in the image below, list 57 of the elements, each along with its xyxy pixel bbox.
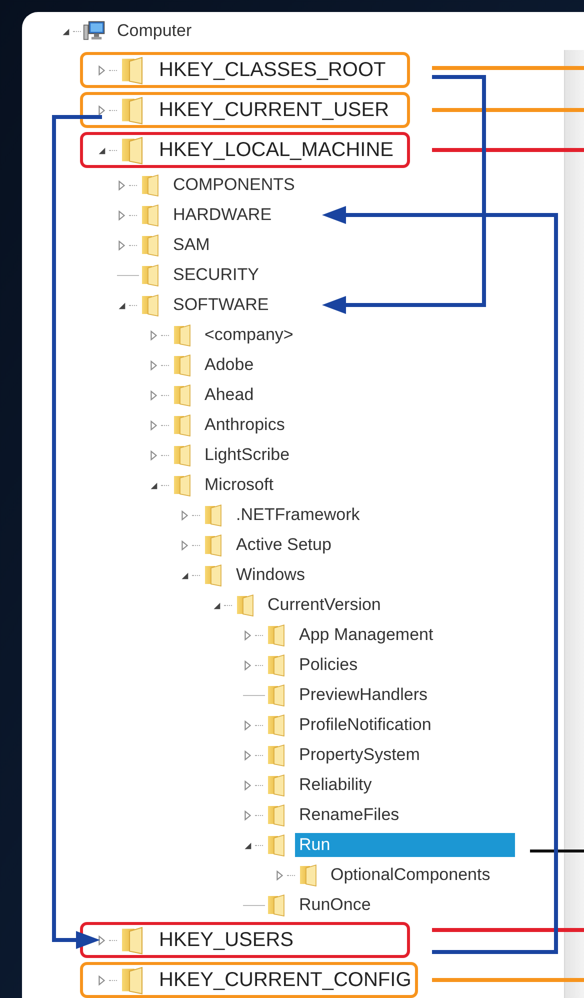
folder-icon bbox=[265, 713, 287, 737]
folder-icon bbox=[202, 563, 224, 587]
tree-item[interactable]: HKEY_CLASSES_ROOT bbox=[155, 56, 390, 84]
scrollbar[interactable] bbox=[564, 50, 584, 998]
collapsed-triangle-icon[interactable] bbox=[96, 934, 107, 946]
tree-item[interactable]: PreviewHandlers bbox=[295, 683, 432, 707]
tree-item[interactable]: Active Setup bbox=[232, 533, 336, 557]
folder-icon bbox=[265, 623, 287, 647]
tree-item[interactable]: CurrentVersion bbox=[264, 593, 385, 617]
tree-item[interactable]: RunOnce bbox=[295, 893, 375, 917]
tree-item[interactable]: HKEY_CURRENT_CONFIG bbox=[155, 966, 416, 994]
tree-item[interactable]: Windows bbox=[232, 563, 309, 587]
tree-item[interactable]: HARDWARE bbox=[169, 203, 276, 227]
folder-icon bbox=[119, 135, 145, 165]
tree-item[interactable]: Computer bbox=[113, 19, 196, 43]
tree-item[interactable]: SECURITY bbox=[169, 263, 263, 287]
tree-item[interactable]: HKEY_USERS bbox=[155, 926, 298, 954]
tree-item[interactable]: SOFTWARE bbox=[169, 293, 273, 317]
tree-item[interactable]: ProfileNotification bbox=[295, 713, 436, 737]
tree-item[interactable]: COMPONENTS bbox=[169, 173, 299, 197]
tree-item[interactable]: Ahead bbox=[200, 383, 258, 407]
folder-icon bbox=[265, 773, 287, 797]
folder-icon bbox=[119, 925, 145, 955]
folder-icon bbox=[265, 833, 287, 857]
folder-icon bbox=[119, 965, 145, 995]
folder-icon bbox=[139, 173, 161, 197]
tree-item[interactable]: Reliability bbox=[295, 773, 376, 797]
tree-item[interactable]: .NETFramework bbox=[232, 503, 364, 527]
folder-icon bbox=[202, 503, 224, 527]
tree-item[interactable]: <company> bbox=[200, 323, 298, 347]
leader-line bbox=[530, 850, 584, 852]
folder-icon bbox=[202, 533, 224, 557]
folder-icon bbox=[265, 893, 287, 917]
folder-icon bbox=[139, 263, 161, 287]
tree-item[interactable]: HKEY_LOCAL_MACHINE bbox=[155, 136, 398, 164]
tree-item[interactable]: RenameFiles bbox=[295, 803, 404, 827]
computer-icon bbox=[83, 19, 105, 43]
tree-item[interactable]: LightScribe bbox=[200, 443, 294, 467]
collapsed-triangle-icon[interactable] bbox=[96, 104, 107, 116]
folder-icon bbox=[139, 203, 161, 227]
tree-item[interactable]: HKEY_CURRENT_USER bbox=[155, 96, 394, 124]
folder-icon bbox=[265, 653, 287, 677]
tree-item[interactable]: OptionalComponents bbox=[326, 863, 494, 887]
folder-icon bbox=[265, 683, 287, 707]
tree-item[interactable]: SAM bbox=[169, 233, 214, 257]
tree-item[interactable]: Anthropics bbox=[200, 413, 289, 437]
folder-icon bbox=[265, 743, 287, 767]
tree-item[interactable]: Policies bbox=[295, 653, 362, 677]
tree-item[interactable]: Adobe bbox=[200, 353, 258, 377]
folder-icon bbox=[139, 293, 161, 317]
tree-item[interactable]: App Management bbox=[295, 623, 438, 647]
tree-item[interactable]: Microsoft bbox=[200, 473, 278, 497]
tree-item[interactable]: PropertySystem bbox=[295, 743, 424, 767]
folder-icon bbox=[119, 95, 145, 125]
folder-icon bbox=[139, 233, 161, 257]
folder-icon bbox=[265, 803, 287, 827]
folder-icon bbox=[119, 55, 145, 85]
